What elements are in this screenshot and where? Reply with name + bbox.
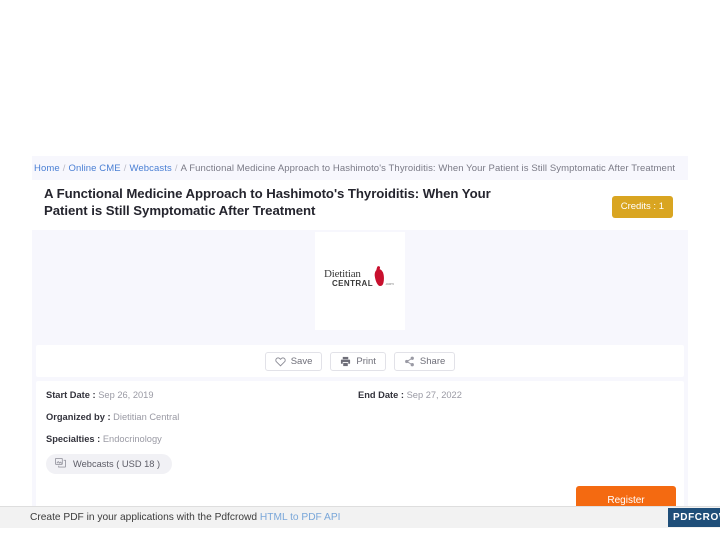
activity-type-pill: Webcasts ( USD 18 ) xyxy=(46,454,173,474)
credits-badge: Credits : 1 xyxy=(611,196,673,218)
save-button[interactable]: Save xyxy=(264,351,323,371)
start-date-row: Start Date : Sep 26, 2019 xyxy=(46,389,154,401)
breadcrumb-item-webcasts[interactable]: Webcasts xyxy=(129,163,171,174)
webpage-capture: Home / Online CME / Webcasts / A Functional Me… xyxy=(0,0,720,556)
title-card: A Functional Medicine Approach to Hashim… xyxy=(32,180,688,230)
pdfcrowd-badge[interactable]: PDFCROWD xyxy=(668,508,720,527)
specialties-label: Specialties : xyxy=(46,434,101,444)
details-card: Start Date : Sep 26, 2019 End Date : Sep… xyxy=(36,381,684,514)
share-button[interactable]: Share xyxy=(393,351,456,371)
action-bar: Save Print Share xyxy=(36,345,684,377)
pdfcrowd-footer-prefix: Create PDF in your applications with the… xyxy=(30,512,260,523)
breadcrumb-item-home[interactable]: Home xyxy=(34,163,60,174)
share-button-label: Share xyxy=(419,355,446,367)
organized-by-row: Organized by : Dietitian Central xyxy=(46,411,179,423)
logo-text-secondary: CENTRAL xyxy=(332,279,374,288)
specialties-row: Specialties : Endocrinology xyxy=(46,433,162,445)
logo-tld-text: .com xyxy=(385,281,394,286)
printer-icon xyxy=(340,356,351,367)
save-button-label: Save xyxy=(290,355,313,367)
breadcrumb-separator: / xyxy=(62,163,66,174)
course-logo-image: Dietitian CENTRAL .com xyxy=(315,232,405,330)
breadcrumb-item-current: A Functional Medicine Approach to Hashim… xyxy=(180,163,676,174)
start-date-value: Sep 26, 2019 xyxy=(98,390,154,400)
page-title: A Functional Medicine Approach to Hashim… xyxy=(44,186,491,218)
activity-type-label: Webcasts ( USD 18 ) xyxy=(73,459,161,469)
end-date-row: End Date : Sep 27, 2022 xyxy=(358,389,462,401)
heart-icon xyxy=(275,356,286,367)
organized-by-label: Organized by : xyxy=(46,412,111,422)
print-button[interactable]: Print xyxy=(330,351,386,371)
pdfcrowd-footer-text: Create PDF in your applications with the… xyxy=(30,511,340,524)
specialties-value: Endocrinology xyxy=(102,434,162,444)
end-date-value: Sep 27, 2022 xyxy=(406,390,462,400)
print-button-label: Print xyxy=(356,355,376,367)
breadcrumb-item-online-cme[interactable]: Online CME xyxy=(69,163,121,174)
breadcrumb-separator: / xyxy=(174,163,178,174)
organized-by-value: Dietitian Central xyxy=(113,412,180,422)
pdfcrowd-footer-bar: Create PDF in your applications with the… xyxy=(0,506,720,528)
html-to-pdf-api-link[interactable]: HTML to PDF API xyxy=(260,512,341,523)
end-date-label: End Date : xyxy=(358,390,404,400)
start-date-label: Start Date : xyxy=(46,390,96,400)
apple-icon xyxy=(373,268,386,287)
presentation-icon xyxy=(55,458,66,470)
dietitian-central-logo: Dietitian CENTRAL .com xyxy=(324,268,396,294)
share-nodes-icon xyxy=(404,356,415,367)
breadcrumb: Home / Online CME / Webcasts / A Functional Me… xyxy=(34,162,714,176)
